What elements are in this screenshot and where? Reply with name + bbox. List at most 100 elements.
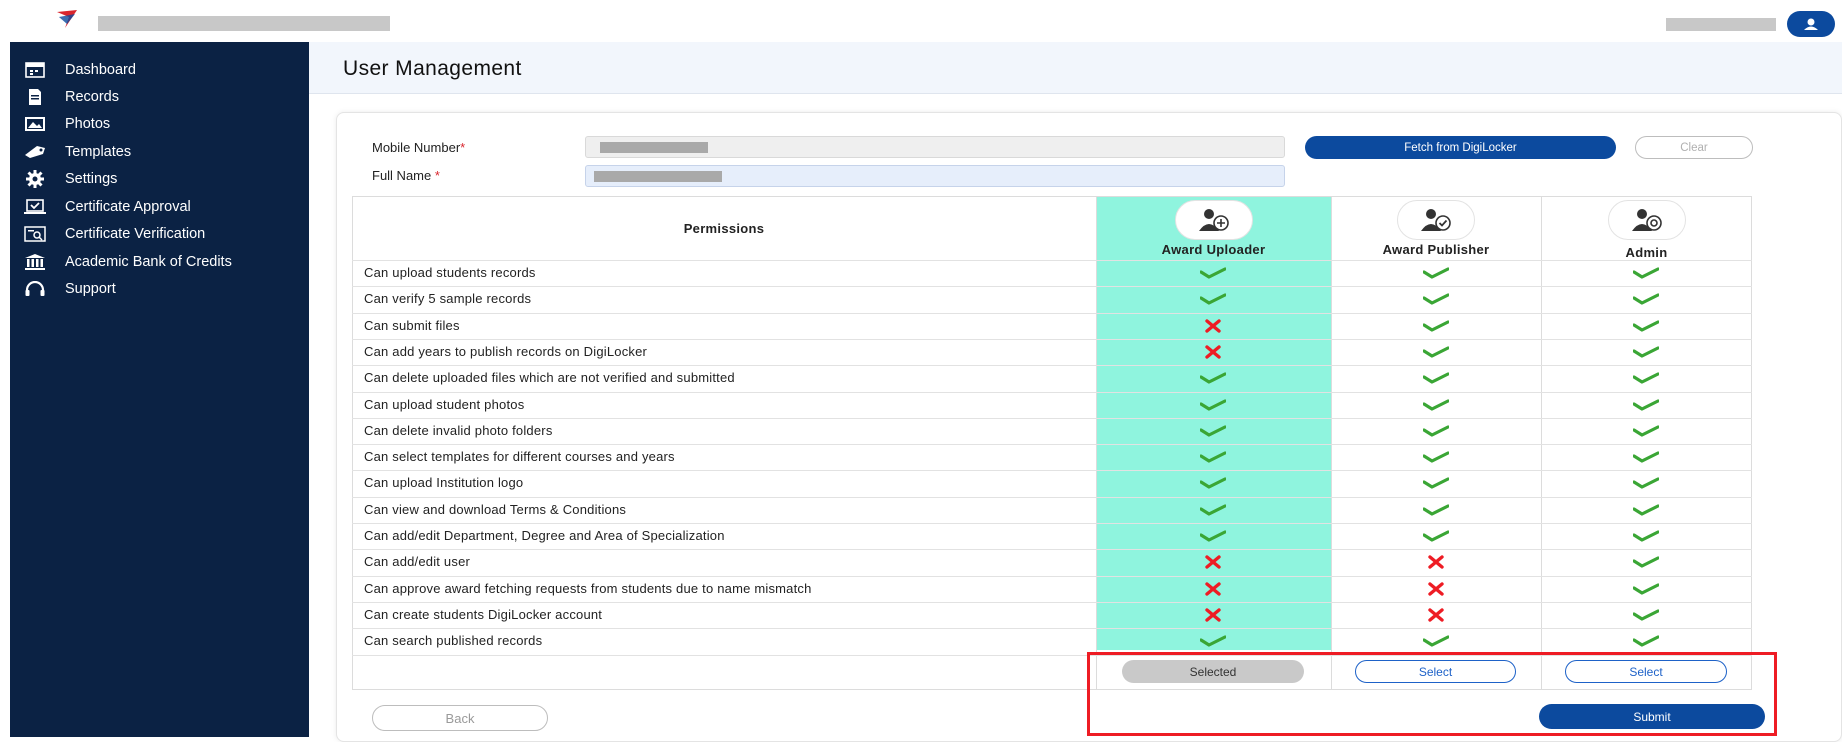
laptop-check-icon xyxy=(23,198,47,216)
check-icon xyxy=(1421,290,1451,308)
check-icon xyxy=(1421,396,1451,414)
check-icon xyxy=(1421,264,1451,282)
institution-name-redacted xyxy=(98,16,390,31)
table-row: Can delete uploaded files which are not … xyxy=(352,365,1752,391)
permission-text: Can submit files xyxy=(364,317,460,333)
sidebar-item-photos[interactable]: Photos xyxy=(10,110,309,137)
permission-text: Can delete invalid photo folders xyxy=(364,422,553,438)
highlight-annotation-box xyxy=(1087,652,1777,736)
check-icon xyxy=(1421,343,1451,361)
permission-text: Can add/edit Department, Degree and Area… xyxy=(364,528,725,543)
permission-text: Can search published records xyxy=(364,633,543,649)
sidebar-item-templates[interactable]: Templates xyxy=(10,138,309,165)
photo-icon xyxy=(23,115,47,133)
table-row: Can create students DigiLocker account xyxy=(352,602,1752,628)
sidebar-item-records[interactable]: Records xyxy=(10,83,309,110)
role-label: Award Uploader xyxy=(1161,242,1266,257)
table-row: Can view and download Terms & Conditions xyxy=(352,497,1752,523)
sidebar-item-certificate-approval[interactable]: Certificate Approval xyxy=(10,193,309,220)
check-icon xyxy=(1198,264,1228,282)
table-row: Can add years to publish records on Digi… xyxy=(352,339,1752,365)
cross-icon xyxy=(1421,580,1451,598)
check-icon xyxy=(1421,448,1451,466)
permission-text: Can delete uploaded files which are not … xyxy=(364,370,735,386)
check-icon xyxy=(1421,632,1451,650)
page-title: User Management xyxy=(343,57,522,80)
sidebar-item-label: Certificate Verification xyxy=(65,225,206,242)
table-row: Can upload students records xyxy=(352,260,1752,286)
check-icon xyxy=(1198,448,1228,466)
check-icon xyxy=(1198,501,1228,519)
permission-text: Can create students DigiLocker account xyxy=(364,606,603,622)
check-icon xyxy=(1631,606,1661,624)
table-row: Can search published records xyxy=(352,628,1752,654)
full-name-label: Full Name * xyxy=(372,168,440,183)
cross-icon xyxy=(1198,343,1228,361)
permission-text: Can add years to publish records on Digi… xyxy=(364,343,648,359)
table-row: Can submit files xyxy=(352,313,1752,339)
fetch-from-digilocker-button[interactable]: Fetch from DigiLocker xyxy=(1305,136,1616,159)
sidebar-item-label: Certificate Approval xyxy=(65,198,191,215)
sidebar-item-label: Settings xyxy=(65,170,118,187)
permission-text: Can upload Institution logo xyxy=(364,475,524,491)
user-check-icon xyxy=(1397,200,1475,240)
clear-button[interactable]: Clear xyxy=(1635,136,1753,159)
sidebar-item-certificate-verification[interactable]: Certificate Verification xyxy=(10,220,309,247)
check-icon xyxy=(1631,501,1661,519)
role-header-award-uploader: Award Uploader xyxy=(1096,196,1331,260)
full-name-field[interactable] xyxy=(585,165,1285,187)
sidebar-item-settings[interactable]: Settings xyxy=(10,165,309,192)
sidebar-item-dashboard[interactable]: Dashboard xyxy=(10,56,309,83)
full-name-redacted xyxy=(594,171,722,182)
sidebar-item-label: Templates xyxy=(65,143,132,160)
sidebar-item-academic-bank-of-credits[interactable]: Academic Bank of Credits xyxy=(10,248,309,275)
headset-icon xyxy=(23,280,47,298)
role-header-admin: Admin xyxy=(1541,196,1752,260)
check-icon xyxy=(1631,264,1661,282)
check-icon xyxy=(1198,422,1228,440)
username-redacted xyxy=(1666,18,1776,31)
table-row: Can select templates for different cours… xyxy=(352,444,1752,470)
check-icon xyxy=(1421,527,1451,545)
table-row: Can delete invalid photo folders xyxy=(352,418,1752,444)
cross-icon xyxy=(1198,317,1228,335)
cross-icon xyxy=(1198,553,1228,571)
sidebar-item-support[interactable]: Support xyxy=(10,275,309,302)
bank-icon xyxy=(23,253,47,271)
permission-text: Can upload students records xyxy=(364,265,536,280)
user-circle-icon xyxy=(1804,18,1818,30)
table-row: Can verify 5 sample records xyxy=(352,286,1752,312)
table-row: Can upload student photos xyxy=(352,392,1752,418)
document-stack-icon xyxy=(23,88,47,106)
check-icon xyxy=(1631,474,1661,492)
sidebar-item-label: Photos xyxy=(65,115,111,132)
gear-icon xyxy=(23,169,47,188)
user-avatar-button[interactable] xyxy=(1787,11,1835,37)
cross-icon xyxy=(1198,606,1228,624)
table-row: Can add/edit user xyxy=(352,549,1752,575)
permission-text: Can verify 5 sample records xyxy=(364,291,532,307)
check-icon xyxy=(1198,396,1228,414)
mobile-number-redacted xyxy=(600,142,708,153)
role-label: Admin xyxy=(1625,245,1668,260)
back-button[interactable]: Back xyxy=(372,705,548,731)
table-row: Can add/edit Department, Degree and Area… xyxy=(352,523,1752,549)
check-icon xyxy=(1631,290,1661,308)
check-icon xyxy=(1631,396,1661,414)
permissions-header: Permissions xyxy=(683,220,765,236)
check-icon xyxy=(1631,422,1661,440)
user-add-icon xyxy=(1174,200,1253,240)
check-icon xyxy=(1631,317,1661,335)
sidebar-item-label: Records xyxy=(65,88,119,105)
check-icon xyxy=(1198,369,1228,387)
sidebar-item-label: Academic Bank of Credits xyxy=(65,253,232,270)
sidebar-item-label: Dashboard xyxy=(65,61,136,78)
mobile-number-field[interactable] xyxy=(585,136,1285,158)
check-icon xyxy=(1198,527,1228,545)
check-icon xyxy=(1421,369,1451,387)
check-icon xyxy=(1631,580,1661,598)
sidebar-item-label: Support xyxy=(65,280,116,297)
check-icon xyxy=(1631,553,1661,571)
certificate-search-icon xyxy=(23,225,47,243)
user-gear-icon xyxy=(1607,200,1686,240)
